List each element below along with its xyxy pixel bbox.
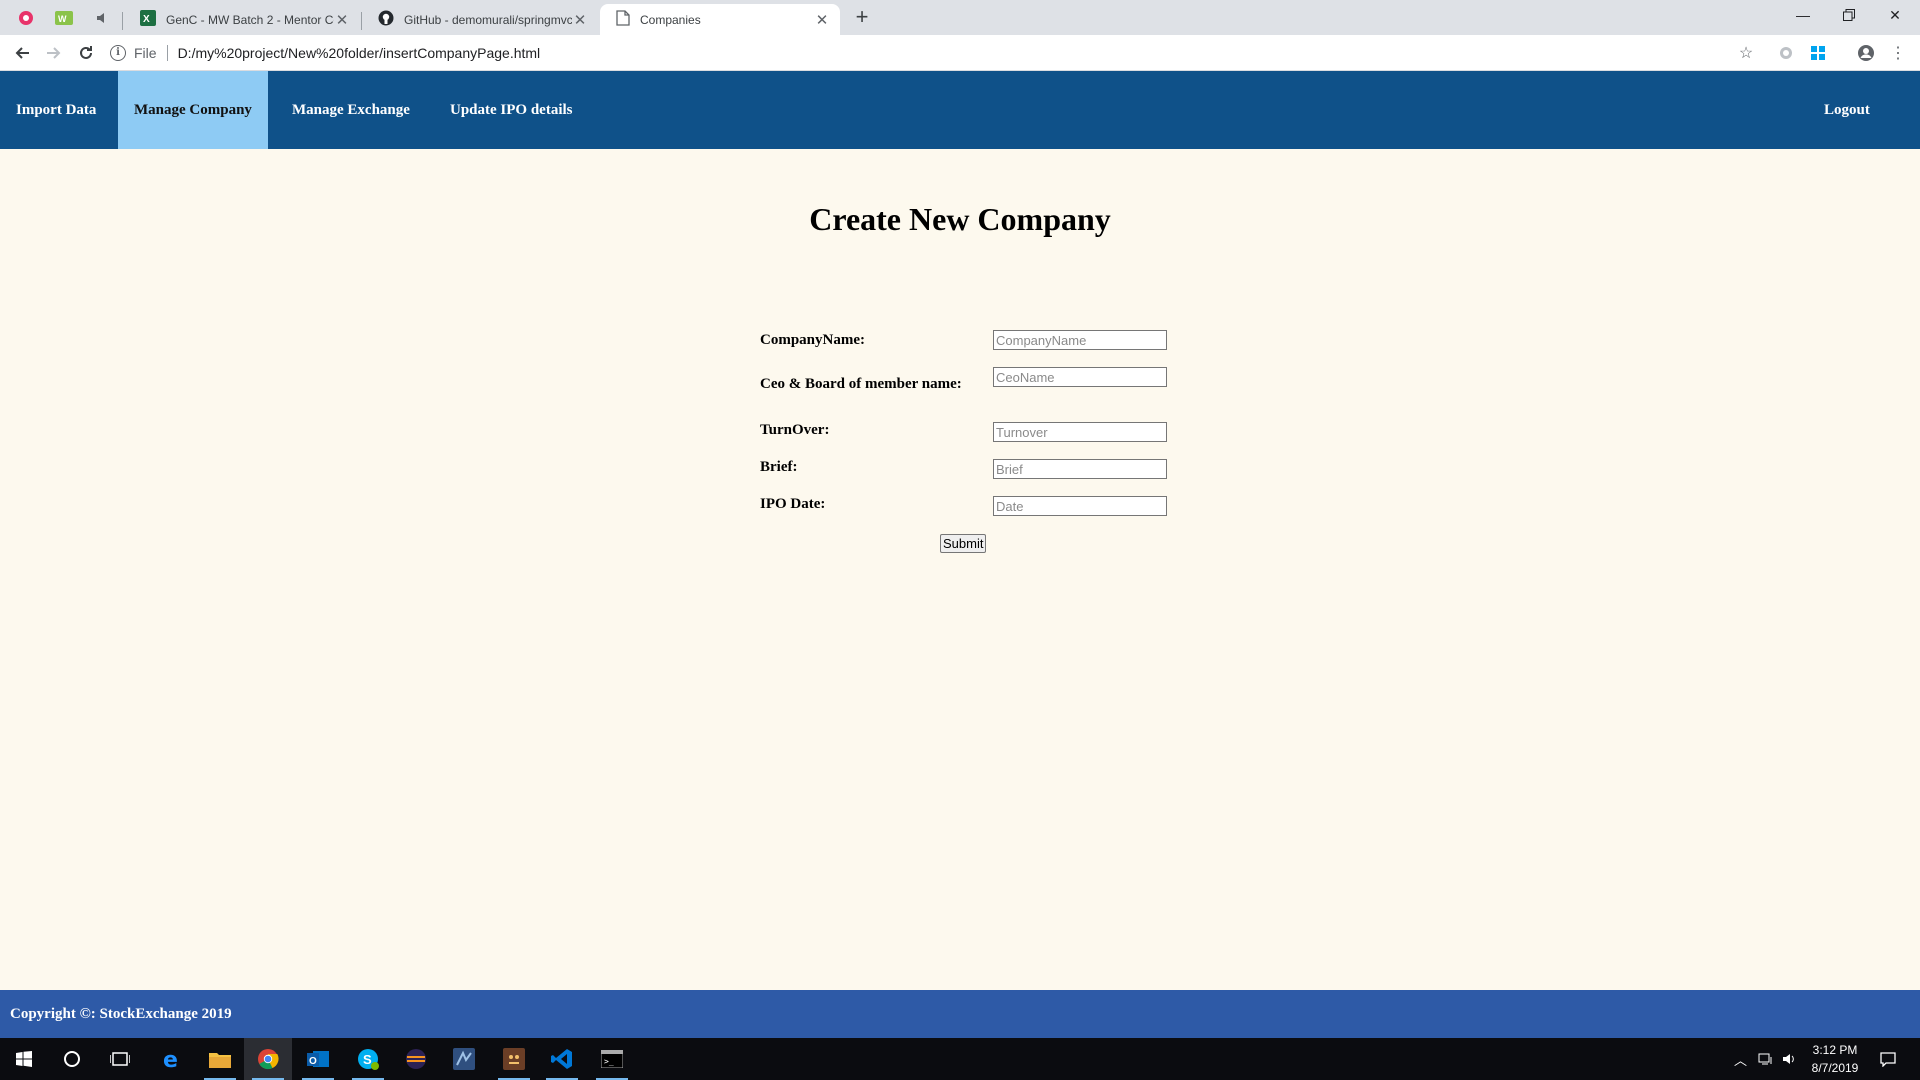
nav-logout[interactable]: Logout — [1808, 71, 1886, 149]
tab-close-icon[interactable]: ✕ — [814, 11, 830, 29]
chrome-icon[interactable] — [244, 1038, 292, 1080]
new-tab-button[interactable]: + — [850, 6, 874, 30]
tab-companies[interactable]: Companies ✕ — [600, 4, 840, 35]
vscode-icon[interactable] — [538, 1038, 586, 1080]
tab-close-icon[interactable]: ✕ — [572, 11, 588, 29]
command-prompt-icon[interactable]: >_ — [588, 1038, 636, 1080]
ceo-name-input[interactable] — [993, 367, 1167, 387]
minimize-icon[interactable]: — — [1780, 0, 1826, 30]
company-name-label: CompanyName: — [760, 332, 865, 348]
bookmark-star-icon[interactable]: ☆ — [1734, 41, 1758, 65]
tab-title: GenC - MW Batch 2 - Mentor Co — [166, 12, 334, 27]
profile-icon[interactable] — [1854, 41, 1878, 65]
svg-text:X: X — [143, 14, 150, 25]
action-center-icon[interactable] — [1880, 1038, 1896, 1080]
mysql-workbench-icon[interactable] — [440, 1038, 488, 1080]
svg-text:O: O — [309, 1056, 317, 1067]
task-view-icon[interactable] — [96, 1038, 144, 1080]
eclipse-icon[interactable] — [392, 1038, 440, 1080]
skype-icon[interactable]: S — [344, 1038, 392, 1080]
github-icon — [378, 10, 394, 29]
menu-kebab-icon[interactable]: ⋮ — [1886, 41, 1910, 65]
close-window-icon[interactable]: ✕ — [1872, 0, 1918, 30]
search-circle-icon[interactable] — [48, 1038, 96, 1080]
muted-tab-speaker-icon[interactable] — [88, 6, 116, 30]
ceo-name-label: Ceo & Board of member name: — [760, 376, 962, 392]
tab-title: Companies — [640, 12, 701, 27]
extension-icon[interactable] — [1774, 41, 1798, 65]
address-scheme: File — [134, 45, 157, 61]
restore-icon[interactable] — [1826, 0, 1872, 30]
show-hidden-icons-chevron-icon[interactable]: ︿ — [1734, 1038, 1747, 1080]
ipo-date-row: IPO Date: — [760, 496, 1170, 520]
svg-text:W: W — [58, 14, 67, 24]
tab-close-icon[interactable]: ✕ — [334, 11, 350, 29]
brief-label: Brief: — [760, 459, 798, 475]
windows-extension-icon[interactable] — [1806, 41, 1830, 65]
info-icon[interactable]: i — [110, 45, 126, 61]
nav-manage-exchange[interactable]: Manage Exchange — [276, 71, 426, 149]
tab-genc-excel[interactable]: X GenC - MW Batch 2 - Mentor Co ✕ — [124, 4, 360, 35]
company-name-input[interactable] — [993, 330, 1167, 350]
taskbar-clock[interactable]: 3:12 PM 8/7/2019 — [1790, 1041, 1880, 1077]
page-footer: Copyright ©: StockExchange 2019 — [0, 990, 1920, 1038]
ipo-date-label: IPO Date: — [760, 496, 826, 512]
company-name-row: CompanyName: — [760, 330, 1170, 354]
ceo-name-row: Ceo & Board of member name: — [760, 367, 1170, 392]
back-arrow-icon[interactable] — [10, 41, 34, 65]
pinned-tab-app-icon[interactable]: W — [50, 6, 78, 30]
ipo-date-input[interactable] — [993, 496, 1167, 516]
file-explorer-icon[interactable] — [196, 1038, 244, 1080]
address-bar[interactable]: i File D:/my%20project/New%20folder/inse… — [110, 39, 1765, 67]
brief-input[interactable] — [993, 459, 1167, 479]
svg-text:S: S — [363, 1052, 372, 1067]
browser-toolbar: i File D:/my%20project/New%20folder/inse… — [0, 35, 1920, 71]
web-page: Import Data Manage Company Manage Exchan… — [0, 71, 1920, 1038]
windows-start-icon[interactable] — [0, 1038, 48, 1080]
submit-button[interactable]: Submit — [940, 534, 987, 553]
page-title: Create New Company — [809, 201, 1111, 237]
address-url[interactable]: D:/my%20project/New%20folder/insertCompa… — [178, 45, 541, 61]
clock-date: 8/7/2019 — [1811, 1061, 1859, 1075]
page-icon — [616, 10, 630, 29]
browser-tab-strip: W X GenC - MW Batch 2 - Mentor Co ✕ GitH… — [0, 0, 1920, 35]
excel-icon: X — [140, 10, 156, 29]
forward-arrow-icon[interactable] — [42, 41, 66, 65]
pinned-tab-record-icon[interactable] — [12, 6, 40, 30]
reload-icon[interactable] — [74, 41, 98, 65]
turnover-row: TurnOver: — [760, 422, 1170, 446]
top-navigation-bar: Import Data Manage Company Manage Exchan… — [0, 71, 1920, 149]
nav-update-ipo-details[interactable]: Update IPO details — [434, 71, 589, 149]
tomcat-icon[interactable] — [490, 1038, 538, 1080]
clock-time: 3:12 PM — [1812, 1043, 1858, 1057]
network-icon[interactable] — [1758, 1038, 1774, 1080]
outlook-icon[interactable]: O — [294, 1038, 342, 1080]
svg-text:e: e — [163, 1048, 178, 1070]
svg-text:>_: >_ — [604, 1057, 614, 1066]
brief-row: Brief: — [760, 459, 1170, 483]
edge-browser-icon[interactable]: e — [148, 1038, 196, 1080]
nav-manage-company[interactable]: Manage Company — [118, 71, 268, 149]
windows-taskbar: e O S >_ ︿ 3:12 PM 8/7/2019 — [0, 1038, 1920, 1080]
tab-github[interactable]: GitHub - demomurali/springmvc ✕ — [362, 4, 598, 35]
tab-title: GitHub - demomurali/springmvc — [404, 12, 572, 27]
turnover-input[interactable] — [993, 422, 1167, 442]
turnover-label: TurnOver: — [760, 422, 830, 438]
nav-import-data[interactable]: Import Data — [0, 71, 112, 149]
